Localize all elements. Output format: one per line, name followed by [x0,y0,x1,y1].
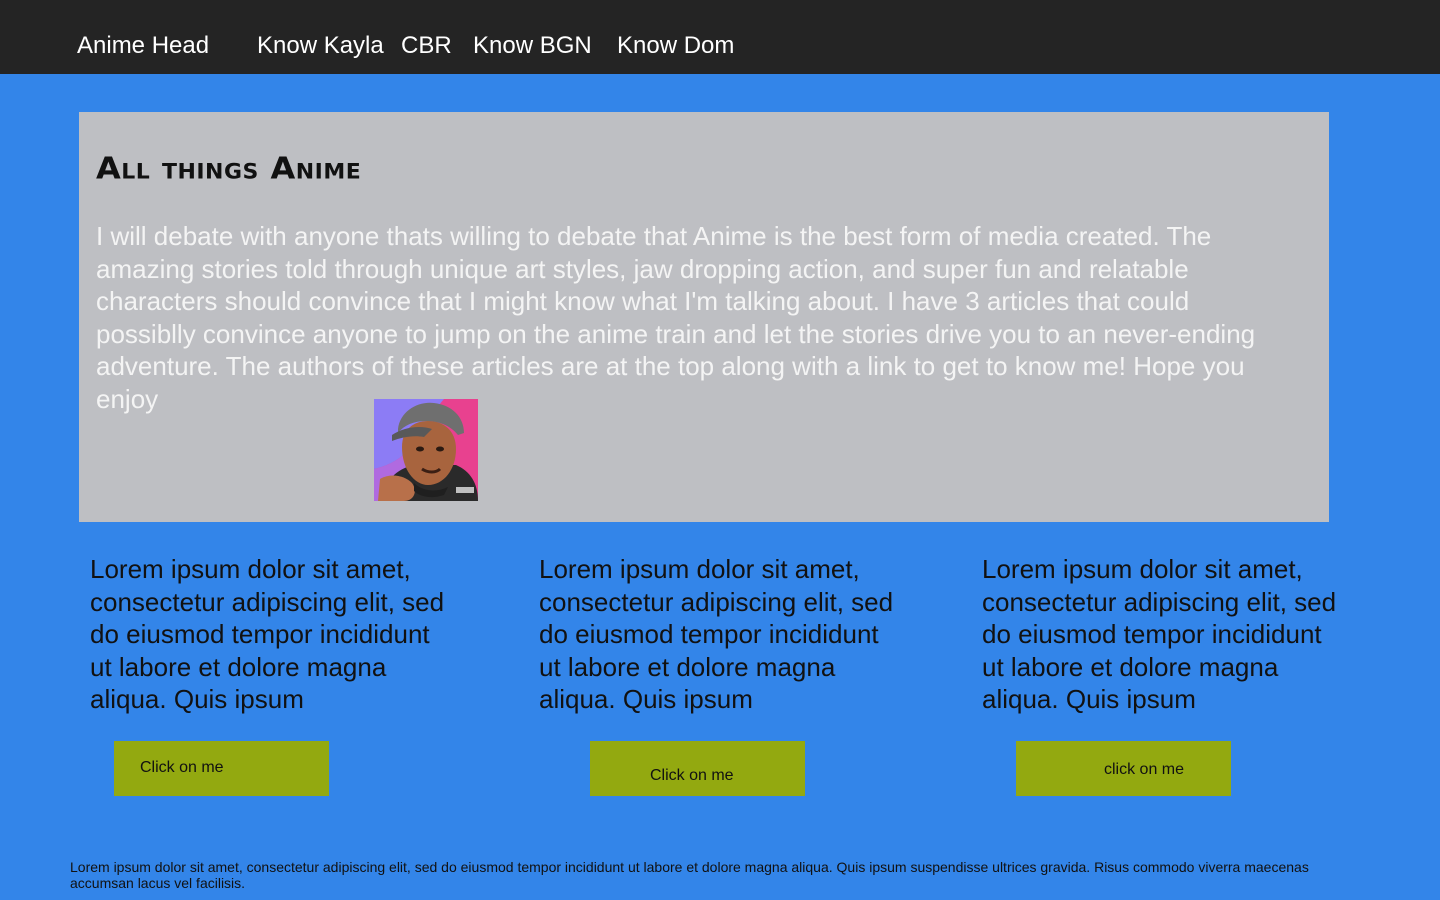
column-2-button[interactable]: Click on me [590,741,805,796]
footer-text: Lorem ipsum dolor sit amet, consectetur … [70,859,1309,891]
nav-link-know-bgn[interactable]: Know BGN [473,31,592,61]
column-3-text: Lorem ipsum dolor sit amet, consectetur … [982,554,1337,714]
column-3-button-label: click on me [1104,761,1185,778]
top-nav-bar: Anime Head Know Kayla CBR Know BGN Know … [0,0,1440,74]
nav-link-cbr[interactable]: CBR [401,31,452,61]
column-1-button-label: Click on me [140,759,224,776]
column-1-button[interactable]: Click on me [114,741,329,796]
hero-title: All things Anime [96,150,362,187]
column-2-button-label: Click on me [650,767,734,784]
column-2-text: Lorem ipsum dolor sit amet, consectetur … [539,554,894,714]
avatar-portrait-icon [374,399,478,501]
hero-description: I will debate with anyone thats willing … [96,221,1256,414]
nav-brand-link[interactable]: Anime Head [77,31,209,61]
column-3-button[interactable]: click on me [1016,741,1231,796]
hero-section: All things Anime I will debate with anyo… [79,112,1329,522]
nav-link-know-dom[interactable]: Know Dom [617,31,734,61]
column-1-text: Lorem ipsum dolor sit amet, consectetur … [90,554,445,714]
nav-link-know-kayla[interactable]: Know Kayla [257,31,384,61]
